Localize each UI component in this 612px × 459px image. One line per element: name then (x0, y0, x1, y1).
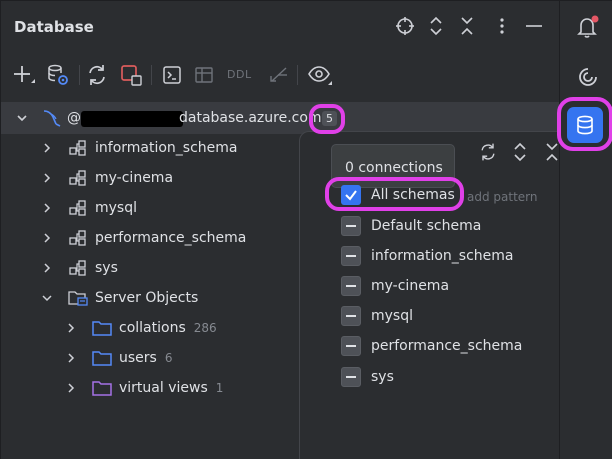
checkbox-indeterminate-icon[interactable] (341, 306, 361, 326)
schema-option[interactable]: information_schema (341, 241, 556, 271)
schema-icon (67, 228, 89, 248)
checkbox-indeterminate-icon[interactable] (341, 367, 361, 387)
chevron-down-icon[interactable] (41, 292, 53, 304)
database-tool-window: Database DDL @ database.azure.com 5 info… (0, 0, 612, 459)
tree-item-virtual-views[interactable]: virtual views 1 (65, 373, 223, 403)
ai-assistant-icon[interactable] (574, 63, 602, 91)
tree-item-schema[interactable]: performance_schema (41, 223, 246, 253)
schema-icon (67, 198, 89, 218)
schema-option[interactable]: my-cinema (341, 271, 556, 301)
tree-item-label: users (119, 350, 157, 366)
connection-host: database.azure.com (179, 110, 322, 126)
schema-icon (67, 138, 89, 158)
collapse-all-icon[interactable] (455, 14, 479, 38)
query-console-icon[interactable] (158, 61, 186, 89)
refresh-icon[interactable] (83, 61, 111, 89)
checkbox-indeterminate-icon[interactable] (341, 216, 361, 236)
folder-icon (91, 318, 113, 338)
server-objects-folder-icon (67, 288, 89, 308)
crosshair-icon[interactable] (393, 14, 417, 38)
panel-header: Database (1, 1, 559, 55)
checkbox-indeterminate-icon[interactable] (341, 336, 361, 356)
schema-option[interactable]: performance_schema (341, 331, 556, 361)
schema-option[interactable]: mysql (341, 301, 556, 331)
tree-item-collations[interactable]: collations 286 (65, 313, 217, 343)
schema-option-label: Default schema (371, 218, 482, 234)
mysql-dolphin-icon (41, 108, 63, 132)
tree-item-label: collations (119, 320, 186, 336)
schema-option-label: mysql (371, 308, 413, 324)
schema-option[interactable]: sys (341, 362, 556, 392)
tree-item-schema[interactable]: information_schema (41, 133, 238, 163)
schema-option-label: sys (371, 369, 394, 385)
schema-icon (67, 258, 89, 278)
jump-to-source-icon[interactable] (265, 61, 293, 89)
schema-option-label: information_schema (371, 248, 514, 264)
view-options-eye-icon[interactable] (306, 61, 334, 89)
tree-item-label: information_schema (95, 140, 238, 156)
folder-icon (91, 348, 113, 368)
tree-item-label: virtual views (119, 380, 208, 396)
toolbar-separator (151, 65, 152, 85)
tree-item-count: 1 (215, 381, 224, 395)
tree-item-users[interactable]: users 6 (65, 343, 172, 373)
data-source-properties-icon[interactable] (44, 61, 72, 89)
highlight-schema-count (309, 104, 345, 134)
bell-icon[interactable] (574, 13, 602, 41)
chevron-right-icon[interactable] (65, 352, 77, 364)
toolbar-separator (297, 65, 298, 85)
tree-item-schema[interactable]: sys (41, 253, 118, 283)
toolbar-separator (79, 65, 80, 85)
ddl-button[interactable]: DDL (227, 68, 252, 81)
tooltip-text: 0 connections (345, 160, 443, 176)
tree-item-label: sys (95, 260, 118, 276)
tree-item-count: 6 (164, 351, 173, 365)
chevron-right-icon[interactable] (41, 202, 53, 214)
expand-all-icon[interactable] (509, 141, 531, 163)
connection-row[interactable]: @ database.azure.com 5 (1, 102, 559, 134)
highlight-all-schemas (325, 177, 464, 211)
checkbox-indeterminate-icon[interactable] (341, 246, 361, 266)
tree-item-label: mysql (95, 200, 137, 216)
connection-user-prefix: @ (67, 110, 81, 126)
schema-option-label: my-cinema (371, 278, 450, 294)
chevron-down-icon[interactable] (15, 110, 29, 129)
tree-item-schema[interactable]: my-cinema (41, 163, 173, 193)
purple-folder-icon (91, 378, 113, 398)
schema-option[interactable]: Default schema (341, 211, 556, 241)
tree-item-label: Server Objects (95, 290, 199, 306)
chevron-right-icon[interactable] (41, 262, 53, 274)
tree-item-count: 286 (193, 321, 217, 335)
add-icon[interactable] (10, 61, 38, 89)
highlight-database-tool (557, 97, 612, 151)
chevron-right-icon[interactable] (41, 172, 53, 184)
chevron-right-icon[interactable] (65, 322, 77, 334)
toolbar: DDL (1, 59, 559, 91)
chevron-right-icon[interactable] (65, 382, 77, 394)
tree-item-server-objects[interactable]: Server Objects (41, 283, 198, 313)
disconnect-icon[interactable] (117, 61, 145, 89)
minimize-icon[interactable] (522, 14, 546, 38)
tree-item-schema[interactable]: mysql (41, 193, 137, 223)
more-options-icon[interactable] (490, 14, 514, 38)
schema-option-label: performance_schema (371, 338, 523, 354)
redacted-hostname (81, 111, 183, 127)
refresh-icon[interactable] (477, 141, 499, 163)
right-tool-strip (559, 1, 612, 459)
panel-title: Database (14, 18, 94, 36)
expand-all-icon[interactable] (424, 14, 448, 38)
checkbox-indeterminate-icon[interactable] (341, 276, 361, 296)
tree-item-label: performance_schema (95, 230, 247, 246)
tree-item-label: my-cinema (95, 170, 174, 186)
table-editor-icon[interactable] (190, 61, 218, 89)
chevron-right-icon[interactable] (41, 142, 53, 154)
chevron-right-icon[interactable] (41, 232, 53, 244)
schema-icon (67, 168, 89, 188)
